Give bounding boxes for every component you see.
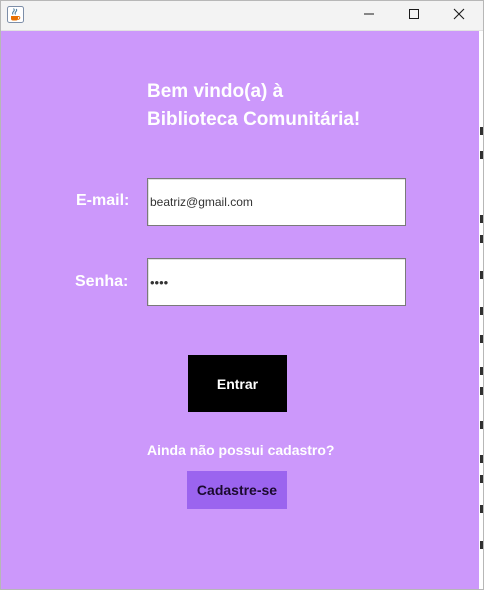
- edge-mark: [480, 455, 483, 463]
- minimize-icon: [363, 7, 375, 25]
- edge-mark: [480, 271, 483, 279]
- java-cup-icon[interactable]: [7, 6, 24, 23]
- edge-mark: [480, 367, 483, 375]
- edge-mark: [480, 307, 483, 315]
- welcome-line-2: Biblioteca Comunitária!: [147, 109, 361, 130]
- maximize-button[interactable]: [391, 1, 436, 30]
- edge-mark: [480, 541, 483, 549]
- edge-mark: [480, 335, 483, 343]
- email-field[interactable]: beatriz@gmail.com: [147, 178, 406, 226]
- edge-mark: [480, 421, 483, 429]
- maximize-icon: [408, 7, 420, 25]
- edge-mark: [480, 127, 483, 135]
- title-bar[interactable]: [1, 1, 483, 31]
- welcome-heading: Bem vindo(a) à Biblioteca Comunitária!: [147, 78, 360, 134]
- email-label: E-mail:: [76, 192, 130, 209]
- minimize-button[interactable]: [346, 1, 391, 30]
- edge-mark: [480, 505, 483, 513]
- edge-mark: [480, 151, 483, 159]
- close-button[interactable]: [436, 1, 481, 30]
- login-button[interactable]: Entrar: [188, 355, 287, 412]
- welcome-line-1: Bem vindo(a) à: [147, 81, 284, 102]
- edge-mark: [480, 235, 483, 243]
- edge-mark: [480, 475, 483, 483]
- close-icon: [453, 7, 465, 25]
- login-window: Bem vindo(a) à Biblioteca Comunitária! E…: [0, 0, 484, 590]
- edge-mark: [480, 387, 483, 395]
- password-label: Senha:: [75, 273, 129, 290]
- password-field[interactable]: ••••: [147, 258, 406, 306]
- background-window-edge: [479, 31, 483, 589]
- signup-button[interactable]: Cadastre-se: [187, 471, 287, 509]
- signup-prompt: Ainda não possui cadastro?: [147, 442, 335, 458]
- edge-mark: [480, 215, 483, 223]
